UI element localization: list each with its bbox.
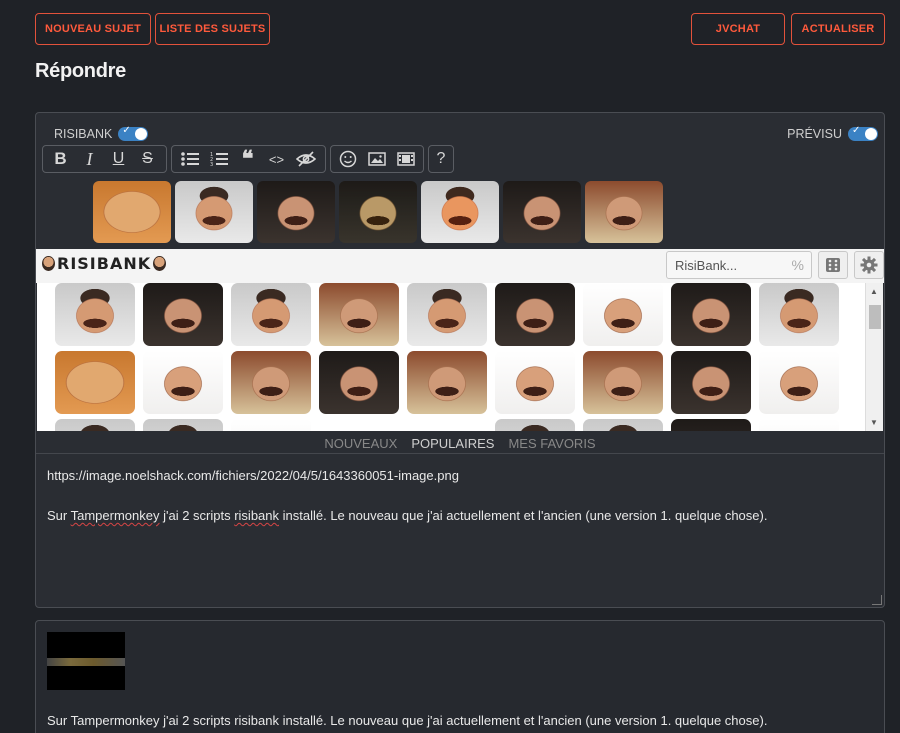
- reply-editor: RISIBANK ✓ PRÉVISU ✓ B I U S 123 ❝ <> ? …: [35, 112, 885, 608]
- logo-face-icon: [153, 256, 167, 271]
- sticker[interactable]: [231, 419, 311, 431]
- sticker[interactable]: [93, 181, 171, 243]
- sticker[interactable]: [583, 419, 663, 431]
- sticker[interactable]: [55, 419, 135, 431]
- preview-toggle[interactable]: PRÉVISU ✓: [787, 125, 878, 141]
- page-title: Répondre: [35, 60, 126, 82]
- sticker[interactable]: [407, 351, 487, 414]
- new-topic-button[interactable]: NOUVEAU SUJET: [35, 13, 151, 45]
- smiley-icon[interactable]: [335, 147, 362, 171]
- risibank-header: RISIBANK RisiBank... %: [36, 249, 884, 283]
- preview-image[interactable]: [47, 632, 125, 690]
- sticker[interactable]: [143, 283, 223, 346]
- divider: [36, 453, 884, 454]
- tab-popular[interactable]: POPULAIRES: [411, 436, 494, 453]
- format-toolbar: B I U S: [42, 145, 167, 173]
- sticker[interactable]: [143, 419, 223, 431]
- favorite-stickers: [36, 181, 884, 245]
- scrollbar-thumb[interactable]: [869, 305, 881, 329]
- logo-face-icon: [42, 256, 55, 271]
- sticker[interactable]: [495, 419, 575, 431]
- sticker[interactable]: [495, 283, 575, 346]
- resize-handle[interactable]: [872, 595, 882, 605]
- sticker[interactable]: [319, 351, 399, 414]
- tab-new[interactable]: NOUVEAUX: [324, 436, 397, 453]
- bold-button[interactable]: B: [47, 147, 74, 171]
- video-icon[interactable]: [392, 147, 419, 171]
- italic-button[interactable]: I: [76, 147, 103, 171]
- percent-icon: %: [791, 257, 804, 273]
- tab-favorites[interactable]: MES FAVORIS: [508, 436, 595, 453]
- sticker[interactable]: [143, 351, 223, 414]
- sticker[interactable]: [759, 283, 839, 346]
- sticker[interactable]: [671, 351, 751, 414]
- sticker[interactable]: [421, 181, 499, 243]
- sticker[interactable]: [671, 283, 751, 346]
- message-textarea[interactable]: https://image.noelshack.com/fichiers/202…: [47, 466, 877, 546]
- sticker[interactable]: [503, 181, 581, 243]
- scroll-up-icon[interactable]: ▲: [870, 287, 878, 296]
- help-button[interactable]: ?: [430, 147, 452, 171]
- sticker[interactable]: [495, 351, 575, 414]
- jvchat-button[interactable]: JVCHAT: [691, 13, 785, 45]
- quote-button[interactable]: ❝: [234, 146, 261, 171]
- topic-list-button[interactable]: LISTE DES SUJETS: [155, 13, 270, 45]
- sticker[interactable]: [231, 351, 311, 414]
- sticker[interactable]: [257, 181, 335, 243]
- sticker[interactable]: [319, 283, 399, 346]
- risibank-logo: RISIBANK: [42, 254, 167, 273]
- image-icon[interactable]: [364, 147, 391, 171]
- scroll-down-icon[interactable]: ▼: [870, 418, 878, 427]
- risibank-sticker-grid: ▲ ▼: [37, 283, 883, 431]
- sticker[interactable]: [585, 181, 663, 243]
- numbered-list-icon[interactable]: 123: [205, 147, 232, 171]
- sticker[interactable]: [407, 283, 487, 346]
- sticker[interactable]: [759, 419, 839, 431]
- sticker[interactable]: [759, 351, 839, 414]
- media-toolbar: [330, 145, 424, 173]
- sticker[interactable]: [175, 181, 253, 243]
- risibank-toggle[interactable]: RISIBANK ✓: [54, 125, 149, 141]
- svg-text:3: 3: [210, 162, 213, 167]
- preview-switch[interactable]: ✓: [848, 125, 878, 141]
- risibank-search-input[interactable]: RisiBank... %: [666, 251, 812, 279]
- risibank-tabs: NOUVEAUX POPULAIRES MES FAVORIS: [36, 431, 884, 453]
- bullet-list-icon[interactable]: [176, 147, 203, 171]
- sticker[interactable]: [671, 419, 751, 431]
- help-toolbar: ?: [428, 145, 454, 173]
- message-line-text: Sur Tampermonkey j'ai 2 scripts risibank…: [47, 508, 768, 523]
- sticker[interactable]: [583, 283, 663, 346]
- message-line-url: https://image.noelshack.com/fichiers/202…: [47, 468, 459, 483]
- sticker[interactable]: [55, 283, 135, 346]
- sticker[interactable]: [55, 351, 135, 414]
- refresh-button[interactable]: ACTUALISER: [791, 13, 885, 45]
- risibank-switch[interactable]: ✓: [118, 125, 149, 141]
- preview-toggle-label: PRÉVISU: [787, 127, 842, 141]
- block-toolbar: 123 ❝ <>: [171, 145, 326, 173]
- underline-button[interactable]: U: [105, 147, 132, 171]
- sticker[interactable]: [231, 283, 311, 346]
- strike-button[interactable]: S: [134, 147, 161, 171]
- message-preview: Sur Tampermonkey j'ai 2 scripts risibank…: [35, 620, 885, 733]
- code-button[interactable]: <>: [263, 147, 290, 171]
- misspelled-word: risibank: [234, 508, 280, 523]
- sticker-grid-scrollbar[interactable]: ▲ ▼: [865, 283, 883, 431]
- preview-text: Sur Tampermonkey j'ai 2 scripts risibank…: [47, 713, 768, 728]
- dice-icon[interactable]: [818, 251, 848, 279]
- gear-icon[interactable]: [854, 251, 884, 279]
- sticker[interactable]: [339, 181, 417, 243]
- misspelled-word: Tampermonkey: [70, 508, 160, 523]
- eye-slash-icon[interactable]: [292, 147, 319, 171]
- sticker[interactable]: [583, 351, 663, 414]
- risibank-toggle-label: RISIBANK: [54, 127, 113, 141]
